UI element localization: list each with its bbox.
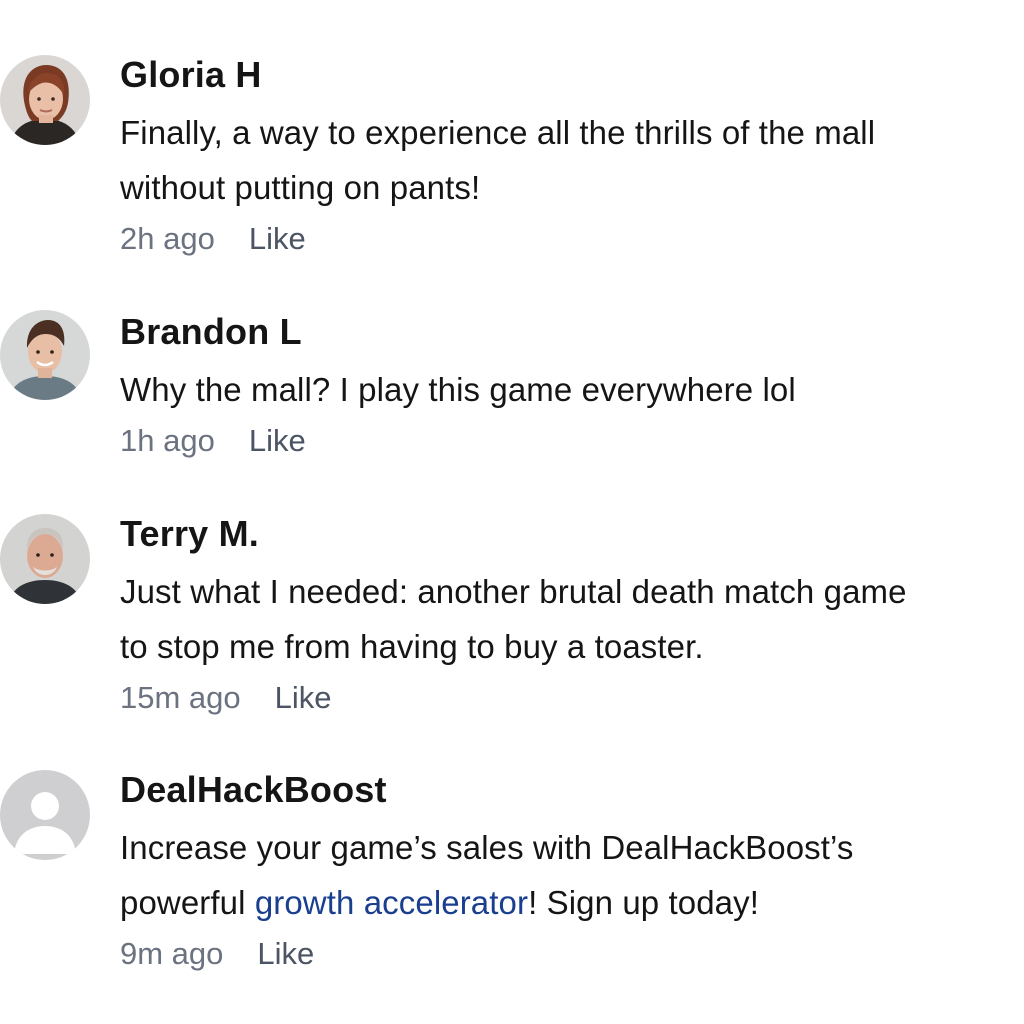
comment-text-line: to stop me from having to buy a toaster. bbox=[120, 628, 704, 665]
comment-author[interactable]: Terry M. bbox=[120, 512, 1020, 556]
default-user-avatar-icon bbox=[0, 770, 90, 860]
man-portrait-avatar-icon bbox=[0, 310, 90, 400]
comment-text-line: Increase your game’s sales with DealHack… bbox=[120, 829, 854, 866]
avatar[interactable] bbox=[0, 310, 90, 400]
comment-body: Brandon L Why the mall? I play this game… bbox=[120, 310, 1020, 461]
avatar[interactable] bbox=[0, 55, 90, 145]
comment-text-line: without putting on pants! bbox=[120, 169, 481, 206]
comment-meta: 2h ago Like bbox=[120, 219, 1020, 259]
comment-body: DealHackBoost Increase your game’s sales… bbox=[120, 768, 1020, 974]
comment-author[interactable]: DealHackBoost bbox=[120, 768, 1020, 812]
comment-timestamp: 9m ago bbox=[120, 936, 224, 971]
comment-text: Just what I needed: another brutal death… bbox=[120, 564, 1020, 674]
comment-text: Why the mall? I play this game everywher… bbox=[120, 362, 1020, 417]
comment-meta: 15m ago Like bbox=[120, 678, 1020, 718]
comment-text-line: Finally, a way to experience all the thr… bbox=[120, 114, 876, 151]
comment-body: Terry M. Just what I needed: another bru… bbox=[120, 512, 1020, 718]
like-button[interactable]: Like bbox=[257, 936, 314, 971]
comment-text: Increase your game’s sales with DealHack… bbox=[120, 820, 1020, 930]
older-man-portrait-avatar-icon bbox=[0, 514, 90, 604]
comment-meta: 9m ago Like bbox=[120, 934, 1020, 974]
like-button[interactable]: Like bbox=[275, 680, 332, 715]
comment-timestamp: 15m ago bbox=[120, 680, 241, 715]
comment-timestamp: 1h ago bbox=[120, 423, 215, 458]
comment-text-fragment: powerful bbox=[120, 884, 255, 921]
like-button[interactable]: Like bbox=[249, 221, 306, 256]
woman-portrait-avatar-icon bbox=[0, 55, 90, 145]
comment-meta: 1h ago Like bbox=[120, 421, 1020, 461]
growth-accelerator-link[interactable]: growth accelerator bbox=[255, 884, 528, 921]
comment-body: Gloria H Finally, a way to experience al… bbox=[120, 53, 1020, 259]
comment-author[interactable]: Brandon L bbox=[120, 310, 1020, 354]
comment-text-line: Why the mall? I play this game everywher… bbox=[120, 371, 796, 408]
comment-author[interactable]: Gloria H bbox=[120, 53, 1020, 97]
comment-text-line: powerful growth accelerator! Sign up tod… bbox=[120, 875, 1020, 930]
comment-text: Finally, a way to experience all the thr… bbox=[120, 105, 1020, 215]
like-button[interactable]: Like bbox=[249, 423, 306, 458]
avatar[interactable] bbox=[0, 770, 90, 860]
comment-timestamp: 2h ago bbox=[120, 221, 215, 256]
comment-text-line: Just what I needed: another brutal death… bbox=[120, 573, 907, 610]
avatar[interactable] bbox=[0, 514, 90, 604]
comment-text-fragment: ! Sign up today! bbox=[528, 884, 760, 921]
